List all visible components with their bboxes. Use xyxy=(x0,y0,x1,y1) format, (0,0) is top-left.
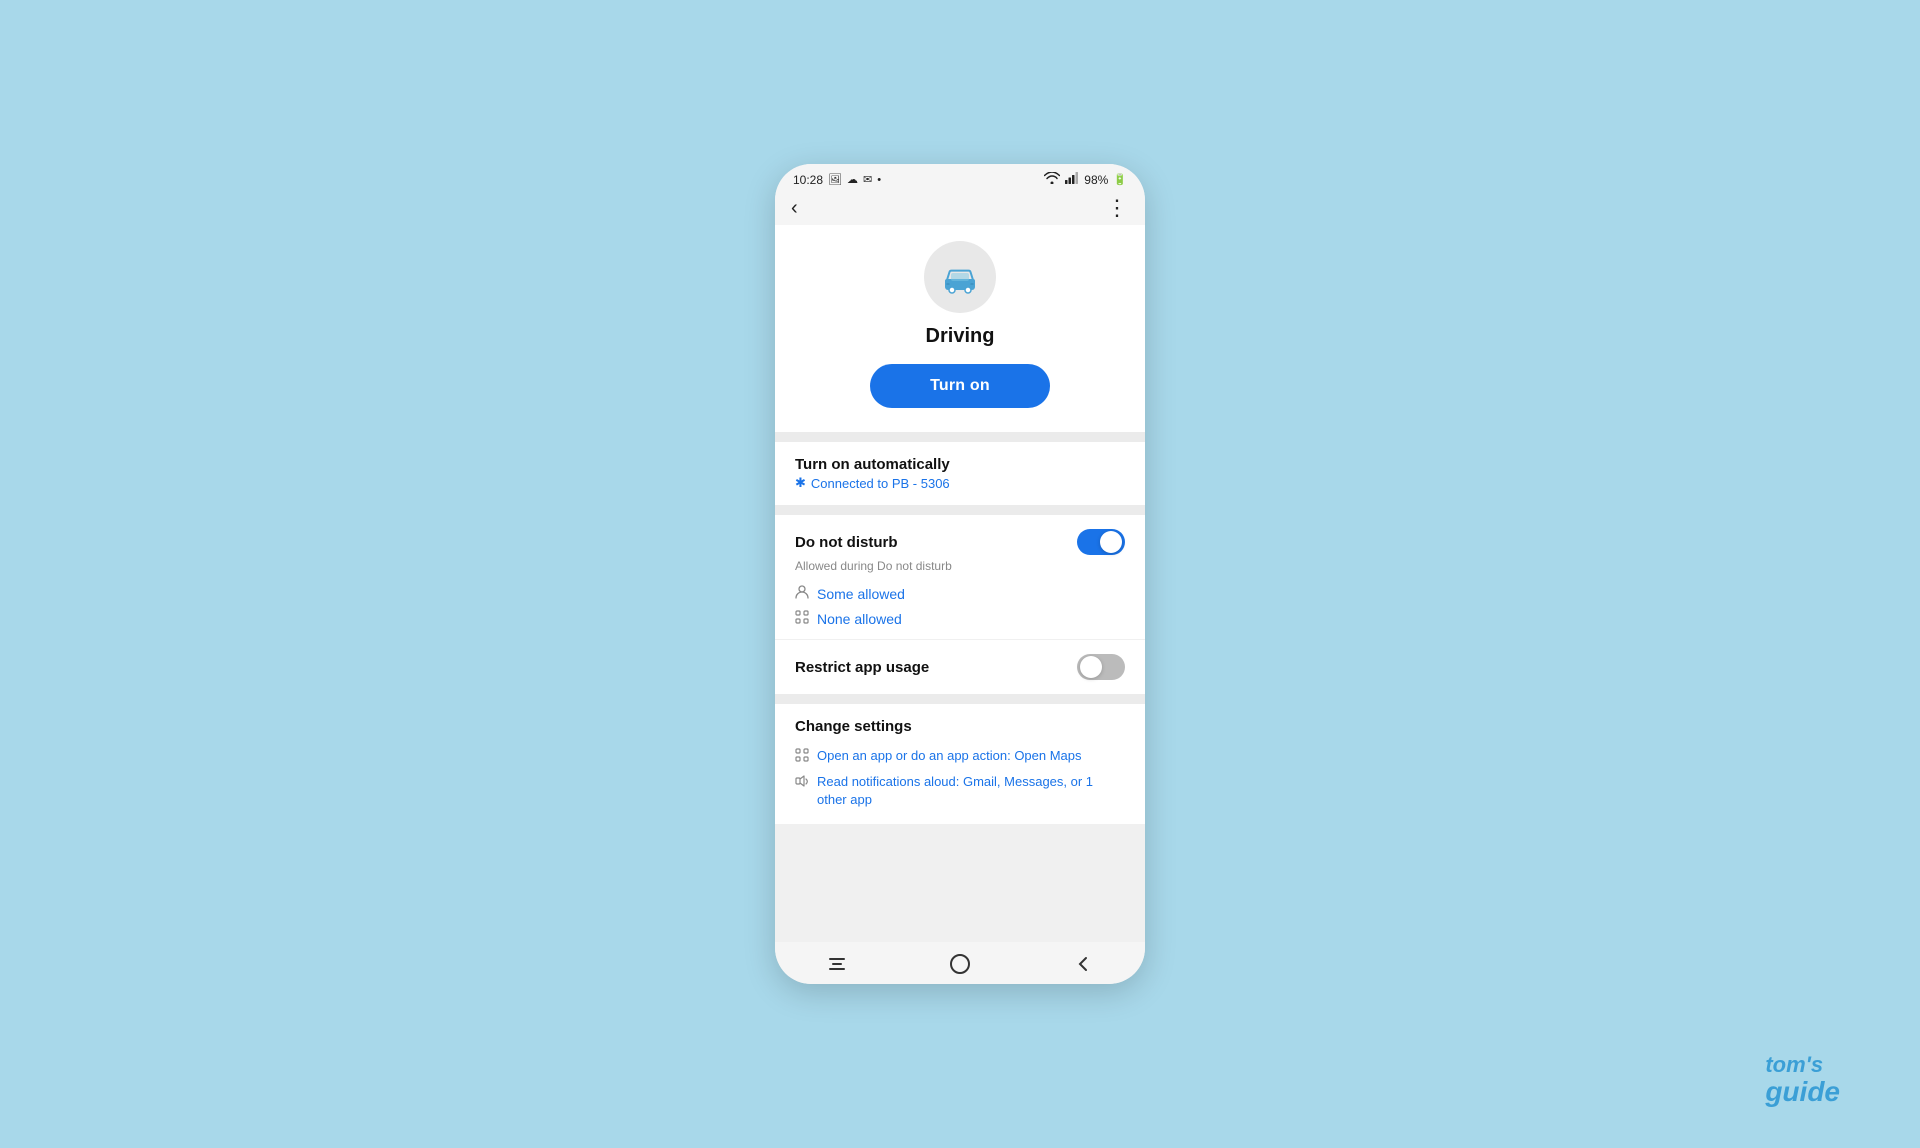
turn-on-button[interactable]: Turn on xyxy=(870,364,1050,408)
battery-label: 98% xyxy=(1084,173,1108,187)
dnd-row: Do not disturb xyxy=(795,529,1125,555)
gmail-icon: ✉ xyxy=(863,173,872,186)
dnd-toggle[interactable] xyxy=(1077,529,1125,555)
watermark: tom's guide xyxy=(1765,1053,1840,1108)
watermark-line2: guide xyxy=(1765,1077,1840,1108)
section-divider-2 xyxy=(775,505,1145,515)
change-item-2-label: Read notifications aloud: Gmail, Message… xyxy=(817,773,1125,809)
apps-icon xyxy=(795,610,809,627)
section-divider-1 xyxy=(775,432,1145,442)
dnd-subtext: Allowed during Do not disturb xyxy=(795,559,1125,573)
back-button[interactable]: ‹ xyxy=(791,198,798,218)
top-bar: ‹ ⋮ xyxy=(775,191,1145,225)
restrict-toggle-knob xyxy=(1080,656,1102,678)
speaker-icon xyxy=(795,774,809,791)
time-label: 10:28 xyxy=(793,173,823,187)
bluetooth-device-label: Connected to PB - 5306 xyxy=(811,476,950,491)
restrict-app-usage-section: Restrict app usage xyxy=(775,639,1145,694)
turn-on-auto-label: Turn on automatically xyxy=(795,456,1125,473)
change-item-1-label: Open an app or do an app action: Open Ma… xyxy=(817,747,1082,765)
change-settings-title: Change settings xyxy=(795,718,1125,735)
watermark-line1: tom's xyxy=(1765,1053,1840,1077)
cloud-icon: ☁ xyxy=(847,173,858,186)
some-allowed-label: Some allowed xyxy=(817,586,905,602)
battery-icon: 🔋 xyxy=(1113,173,1127,186)
restrict-toggle[interactable] xyxy=(1077,654,1125,680)
bluetooth-icon: ✱ xyxy=(795,475,806,491)
home-nav-button[interactable] xyxy=(948,952,972,976)
status-left: 10:28 🖼 ☁ ✉ • xyxy=(793,173,881,187)
menu-nav-button[interactable] xyxy=(825,952,849,976)
apps-icon-2 xyxy=(795,748,809,765)
change-settings-section: Change settings Open an app or do an app… xyxy=(775,694,1145,824)
do-not-disturb-section: Do not disturb Allowed during Do not dis… xyxy=(775,515,1145,639)
gallery-icon: 🖼 xyxy=(828,173,842,186)
status-right: 98% 🔋 xyxy=(1044,172,1127,187)
menu-nav-icon xyxy=(825,952,849,976)
dnd-none-allowed-item[interactable]: None allowed xyxy=(795,606,1125,631)
turn-on-automatically-card: Turn on automatically ✱ Connected to PB … xyxy=(775,442,1145,505)
none-allowed-label: None allowed xyxy=(817,611,902,627)
hero-section: Driving Turn on xyxy=(775,225,1145,432)
bottom-nav xyxy=(775,942,1145,984)
home-nav-icon xyxy=(948,952,972,976)
signal-icon xyxy=(1065,172,1079,187)
more-options-button[interactable]: ⋮ xyxy=(1106,197,1129,219)
status-bar: 10:28 🖼 ☁ ✉ • 98% xyxy=(775,164,1145,191)
wifi-icon xyxy=(1044,172,1060,187)
dnd-toggle-knob xyxy=(1100,531,1122,553)
car-icon-circle xyxy=(924,241,996,313)
change-settings-item-2[interactable]: Read notifications aloud: Gmail, Message… xyxy=(795,769,1125,813)
person-icon xyxy=(795,585,809,602)
dnd-label: Do not disturb xyxy=(795,534,897,551)
dot-icon: • xyxy=(877,174,881,186)
back-nav-button[interactable] xyxy=(1071,952,1095,976)
back-nav-icon xyxy=(1071,952,1095,976)
dnd-some-allowed-item[interactable]: Some allowed xyxy=(795,581,1125,606)
driving-title: Driving xyxy=(926,325,995,348)
restrict-label: Restrict app usage xyxy=(795,659,929,676)
change-settings-item-1[interactable]: Open an app or do an app action: Open Ma… xyxy=(795,743,1125,769)
turn-on-auto-sub: ✱ Connected to PB - 5306 xyxy=(795,475,1125,491)
turn-on-automatically-row[interactable]: Turn on automatically ✱ Connected to PB … xyxy=(775,442,1145,505)
car-icon xyxy=(939,256,981,298)
